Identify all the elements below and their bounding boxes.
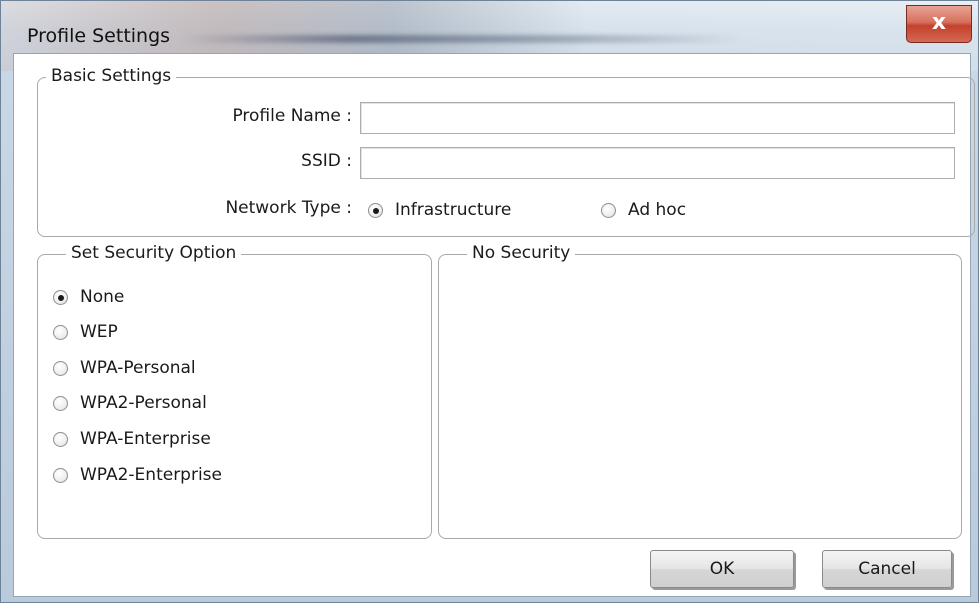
- radio-unselected-icon[interactable]: [53, 467, 68, 483]
- security-option-label: WPA-Enterprise: [80, 429, 211, 449]
- security-option-wep[interactable]: WEP: [53, 322, 118, 342]
- close-button[interactable]: x: [906, 5, 972, 43]
- security-option-none[interactable]: None: [53, 287, 124, 307]
- security-option-group: Set Security Option None WEP WPA-Persona…: [37, 243, 432, 539]
- radio-unselected-icon[interactable]: [53, 324, 68, 340]
- close-icon: x: [931, 10, 947, 35]
- security-option-label: WEP: [80, 322, 118, 342]
- ssid-input[interactable]: [360, 147, 955, 179]
- profile-name-input[interactable]: [360, 102, 955, 134]
- security-option-wpa2-personal[interactable]: WPA2-Personal: [53, 393, 207, 413]
- basic-settings-legend: Basic Settings: [46, 66, 177, 86]
- security-option-label: WPA2-Enterprise: [80, 465, 223, 485]
- security-option-label: None: [80, 287, 125, 307]
- network-type-label: Network Type :: [225, 198, 352, 218]
- network-type-adhoc[interactable]: Ad hoc: [601, 200, 686, 220]
- security-option-legend: Set Security Option: [66, 243, 242, 263]
- basic-settings-group: Basic Settings Profile Name : SSID : Net…: [37, 66, 975, 237]
- radio-selected-icon[interactable]: [368, 202, 383, 218]
- window-title: Profile Settings: [27, 25, 171, 47]
- radio-unselected-icon[interactable]: [601, 202, 616, 218]
- security-option-wpa2-enterprise[interactable]: WPA2-Enterprise: [53, 465, 222, 485]
- cancel-button[interactable]: Cancel: [822, 550, 952, 588]
- security-detail-legend: No Security: [467, 243, 576, 263]
- security-option-wpa-enterprise[interactable]: WPA-Enterprise: [53, 429, 211, 449]
- title-bar-glass-effect: [181, 35, 741, 43]
- radio-unselected-icon[interactable]: [53, 431, 68, 447]
- security-option-wpa-personal[interactable]: WPA-Personal: [53, 358, 196, 378]
- radio-unselected-icon[interactable]: [53, 360, 68, 376]
- dialog-client-area: Basic Settings Profile Name : SSID : Net…: [13, 53, 975, 597]
- ok-button[interactable]: OK: [650, 550, 794, 588]
- security-option-label: WPA-Personal: [80, 358, 196, 378]
- security-detail-group: No Security: [438, 243, 962, 539]
- radio-unselected-icon[interactable]: [53, 395, 68, 411]
- infrastructure-label: Infrastructure: [395, 200, 512, 220]
- network-type-infrastructure[interactable]: Infrastructure: [368, 200, 511, 220]
- radio-selected-icon[interactable]: [53, 289, 68, 305]
- adhoc-label: Ad hoc: [628, 200, 687, 220]
- ssid-label: SSID :: [301, 151, 352, 171]
- security-option-label: WPA2-Personal: [80, 393, 207, 413]
- profile-settings-window: Profile Settings x Basic Settings Profil…: [0, 0, 979, 603]
- profile-name-label: Profile Name :: [232, 106, 352, 126]
